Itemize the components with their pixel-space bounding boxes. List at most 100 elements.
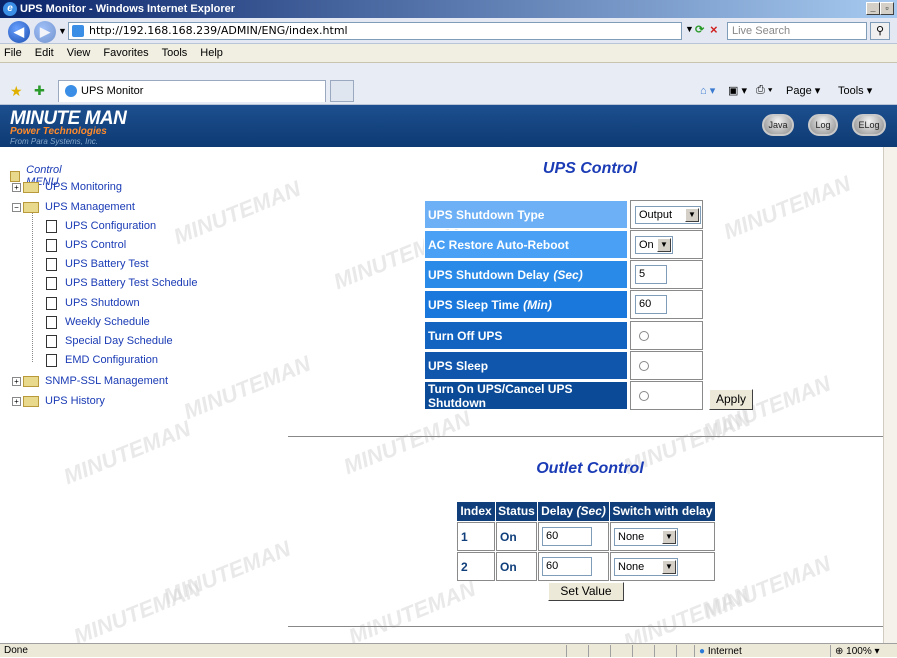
outlet-status: On <box>496 552 537 581</box>
menu-edit[interactable]: Edit <box>35 47 54 59</box>
menu-view[interactable]: View <box>67 47 91 59</box>
globe-icon: ● <box>699 646 706 657</box>
search-icon[interactable]: ⚲ <box>870 22 890 40</box>
menu-tools[interactable]: Tools <box>162 47 188 59</box>
ie-icon: e <box>3 2 17 16</box>
address-dropdown-icon[interactable]: ▼ <box>685 24 694 34</box>
favorites-star-icon[interactable]: ★ <box>10 83 23 100</box>
outlet-switch-cell: None ▼ <box>610 522 715 551</box>
tools-menu[interactable]: Tools ▾ <box>838 84 872 97</box>
sidebar-item-ups-control[interactable]: UPS Control <box>46 236 126 254</box>
search-input[interactable]: Live Search <box>727 22 867 40</box>
column-header: Status <box>496 502 537 521</box>
page-icon <box>72 25 84 37</box>
maximize-button[interactable]: ▫ <box>880 2 894 15</box>
status-divider <box>632 645 633 657</box>
watermark: MINUTEMAN <box>340 405 475 480</box>
column-header: Index <box>457 502 495 521</box>
refresh-icon[interactable]: ⟳ <box>695 23 704 36</box>
outlet-delay-input[interactable]: 60 <box>542 557 592 576</box>
chevron-down-icon: ▼ <box>662 559 676 574</box>
vertical-scrollbar[interactable] <box>883 147 897 643</box>
turn-on-radio[interactable] <box>639 390 649 401</box>
feeds-icon[interactable]: ▣ ▾ <box>728 84 747 97</box>
document-icon <box>46 296 57 310</box>
shutdown-delay-input[interactable]: 5 <box>635 265 667 284</box>
outlet-delay-input[interactable]: 60 <box>542 527 592 546</box>
ups-row-value <box>630 351 703 380</box>
ups-control-title: UPS Control <box>542 160 638 177</box>
print-icon[interactable]: ⎙ ▾ <box>756 84 772 97</box>
security-zone: ● Internet <box>694 645 824 657</box>
set-value-button[interactable]: Set Value <box>548 582 624 601</box>
sidebar-item-ups-history[interactable]: + UPS History <box>12 392 105 410</box>
status-divider <box>676 645 677 657</box>
divider <box>288 436 886 437</box>
watermark: MINUTEMAN <box>345 575 480 650</box>
sidebar-item-snmp-ssl-management[interactable]: + SNMP-SSL Management <box>12 372 168 390</box>
home-icon[interactable]: ⌂ ▾ <box>700 84 715 97</box>
sleep-time-input[interactable]: 60 <box>635 295 667 314</box>
minimize-button[interactable]: _ <box>866 2 880 15</box>
apply-button[interactable]: Apply <box>709 389 753 410</box>
turn-off-radio[interactable] <box>639 330 649 341</box>
ups-row-label: UPS Shutdown Delay (Sec) <box>424 260 628 289</box>
expand-icon[interactable]: + <box>12 182 21 192</box>
document-icon <box>46 257 57 271</box>
add-favorite-icon[interactable]: ✚ <box>34 83 45 99</box>
column-header: Switch with delay <box>610 502 715 521</box>
watermark: MINUTEMAN <box>60 415 195 490</box>
document-icon <box>46 315 57 329</box>
history-dropdown-icon[interactable]: ▼ <box>58 26 67 36</box>
outlet-switch-select[interactable]: None ▼ <box>614 557 678 576</box>
back-icon[interactable]: ◀ <box>8 21 30 43</box>
expand-icon[interactable]: + <box>12 396 21 406</box>
sidebar-item-ups-shutdown[interactable]: UPS Shutdown <box>46 294 140 312</box>
log-button[interactable]: Log <box>808 114 838 136</box>
tab-ups-monitor[interactable]: UPS Monitor <box>58 80 326 102</box>
ups-row-label: UPS Sleep Time (Min) <box>424 290 628 319</box>
watermark: MINUTEMAN <box>720 170 855 245</box>
status-divider <box>588 645 589 657</box>
menu-file[interactable]: File <box>4 47 22 59</box>
ups-row-turn-off: Turn Off UPS <box>424 321 703 350</box>
command-bar: ⌂ ▾ ▣ ▾ ⎙ ▾ Page ▾ Tools ▾ <box>700 84 897 100</box>
watermark: MINUTEMAN <box>170 175 305 250</box>
sidebar-item-weekly-schedule[interactable]: Weekly Schedule <box>46 313 150 331</box>
sidebar-item-emd-configuration[interactable]: EMD Configuration <box>46 351 158 369</box>
address-input[interactable]: http://192.168.168.239/ADMIN/ENG/index.h… <box>68 22 682 40</box>
ups-row-value <box>630 381 703 410</box>
zoom-level[interactable]: ⊕ 100% ▾ <box>830 645 896 657</box>
folder-icon <box>23 375 39 387</box>
sidebar-item-ups-management[interactable]: − UPS Management <box>12 198 135 216</box>
sidebar-item-ups-configuration[interactable]: UPS Configuration <box>46 217 156 235</box>
sidebar-item-ups-battery-test[interactable]: UPS Battery Test <box>46 255 149 273</box>
menu-favorites[interactable]: Favorites <box>103 47 148 59</box>
ups-row-label: AC Restore Auto-Reboot <box>424 230 628 259</box>
outlet-switch-select[interactable]: None ▼ <box>614 527 678 546</box>
status-divider <box>654 645 655 657</box>
ups-row-value: 5 <box>630 260 703 289</box>
page-menu[interactable]: Page ▾ <box>786 84 820 97</box>
ups-row-label: UPS Sleep <box>424 351 628 380</box>
java-button[interactable]: Java <box>762 114 794 136</box>
collapse-icon[interactable]: − <box>12 202 21 212</box>
document-icon <box>46 334 57 348</box>
ac-restore-select[interactable]: On ▼ <box>635 235 673 254</box>
status-divider <box>566 645 567 657</box>
shutdown-type-select[interactable]: Output ▼ <box>635 205 701 224</box>
brand-tagline: Power Technologies <box>10 126 107 137</box>
outlet-control-title: Outlet Control <box>536 460 644 477</box>
ups-row-shutdown-delay: UPS Shutdown Delay (Sec) 5 <box>424 260 703 289</box>
expand-icon[interactable]: + <box>12 376 21 386</box>
sleep-radio[interactable] <box>639 360 649 371</box>
stop-icon[interactable]: × <box>710 22 718 37</box>
sidebar-item-special-day-schedule[interactable]: Special Day Schedule <box>46 332 173 350</box>
new-tab-button[interactable] <box>330 80 354 102</box>
sidebar-item-ups-monitoring[interactable]: + UPS Monitoring <box>12 178 122 196</box>
forward-icon[interactable]: ▶ <box>34 21 56 43</box>
elog-button[interactable]: ELog <box>852 114 886 136</box>
ups-row-value: 60 <box>630 290 703 319</box>
menu-help[interactable]: Help <box>200 47 223 59</box>
sidebar-item-ups-battery-test-schedule[interactable]: UPS Battery Test Schedule <box>46 274 197 292</box>
